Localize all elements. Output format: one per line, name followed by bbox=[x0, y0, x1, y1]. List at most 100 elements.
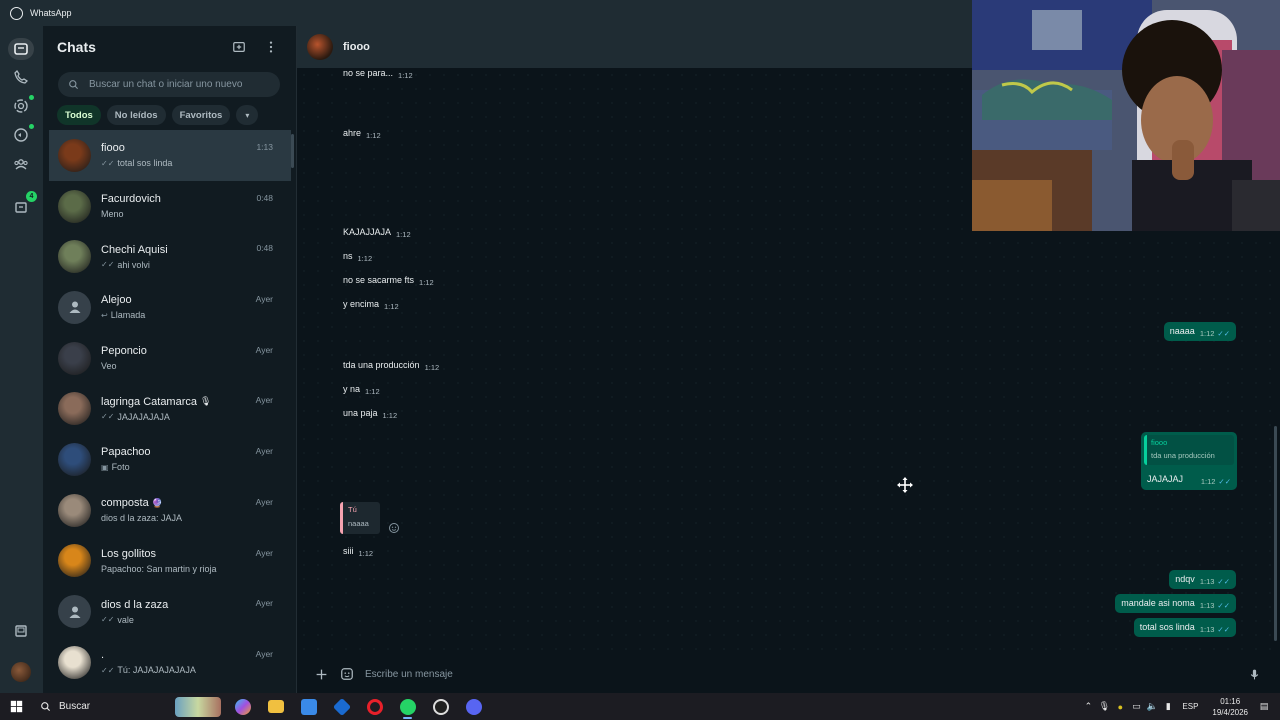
outgoing-message[interactable]: total sos linda 1:13 ✓✓ bbox=[1133, 618, 1236, 637]
tray-app-icon[interactable]: ● bbox=[1112, 702, 1128, 712]
outgoing-message[interactable]: ndqv 1:13 ✓✓ bbox=[1169, 570, 1236, 589]
double-check-icon: ✓✓ bbox=[101, 412, 115, 422]
message-time: 1:12 bbox=[382, 411, 398, 420]
react-emoji-icon[interactable] bbox=[388, 521, 400, 533]
chat-list-scrollbar[interactable] bbox=[291, 134, 294, 168]
store-icon[interactable] bbox=[292, 693, 325, 720]
message-text: ahre bbox=[343, 128, 362, 138]
new-chat-icon[interactable] bbox=[228, 36, 250, 58]
widgets-icon[interactable] bbox=[170, 693, 226, 720]
incoming-message[interactable]: ns 1:12 bbox=[337, 247, 378, 266]
chat-last-message: dios d la zaza: JAJA bbox=[101, 513, 183, 524]
filter-more-chevron-icon[interactable]: ▾ bbox=[236, 105, 259, 125]
incoming-message[interactable]: tda una producción 1:12 bbox=[337, 356, 445, 375]
clock[interactable]: 01:16 19/4/2026 bbox=[1212, 696, 1248, 718]
filter-todos[interactable]: Todos bbox=[57, 105, 101, 125]
filter-no-leidos[interactable]: No leídos bbox=[106, 105, 166, 125]
incoming-message[interactable]: y na 1:12 bbox=[337, 380, 386, 399]
avatar[interactable] bbox=[58, 493, 91, 527]
avatar[interactable] bbox=[58, 290, 91, 324]
language-indicator[interactable]: ESP bbox=[1182, 702, 1198, 711]
status-icon[interactable] bbox=[12, 97, 30, 115]
communities-icon[interactable] bbox=[12, 155, 30, 173]
avatar[interactable] bbox=[58, 392, 91, 426]
window-title: WhatsApp bbox=[30, 8, 72, 18]
discord-icon[interactable] bbox=[457, 693, 490, 720]
avatar[interactable] bbox=[58, 442, 91, 476]
chat-list-item[interactable]: Papachoo ▣ Foto Ayer bbox=[43, 434, 296, 485]
chat-name: lagringa Catamarca bbox=[101, 395, 197, 408]
tray-chevron-icon[interactable]: ⌃ bbox=[1080, 701, 1096, 712]
message-input[interactable]: Escribe un mensaje bbox=[365, 669, 1244, 680]
incoming-quoted-message[interactable]: Tú naaaa bbox=[340, 502, 380, 534]
avatar[interactable] bbox=[58, 645, 91, 679]
chat-list: fiooo ✓✓ total sos linda 1:13 Facurdovich Men… bbox=[43, 130, 296, 688]
chat-time: 1:13 bbox=[256, 142, 273, 152]
media-icon[interactable] bbox=[12, 622, 30, 640]
message-text: no se sacarme fts bbox=[343, 275, 415, 285]
taskbar-search[interactable]: Buscar bbox=[32, 693, 170, 720]
chat-list-item[interactable]: Chechi Aquisi ✓✓ ahi volvi 0:48 bbox=[43, 231, 296, 282]
outlook-icon[interactable] bbox=[325, 693, 358, 720]
chat-name-emoji: 🔮 bbox=[151, 497, 163, 508]
microphone-icon[interactable] bbox=[1244, 664, 1264, 684]
avatar[interactable] bbox=[58, 189, 91, 223]
incoming-message[interactable]: y encima 1:12 bbox=[337, 295, 405, 314]
contact-avatar[interactable] bbox=[307, 34, 333, 60]
filter-favoritos[interactable]: Favoritos bbox=[171, 105, 231, 125]
tray-battery-icon[interactable]: ▮ bbox=[1160, 701, 1176, 712]
message-time: 1:12 bbox=[398, 71, 413, 80]
read-receipt-icon: ✓✓ bbox=[1217, 329, 1230, 338]
chat-list-item[interactable]: lagringa Catamarca 🎙 ✓✓ JAJAJAJAJA Ayer bbox=[43, 383, 296, 434]
chat-list-item[interactable]: Peponcio Veo Ayer bbox=[43, 333, 296, 384]
opera-icon[interactable] bbox=[358, 693, 391, 720]
chat-time: 0:48 bbox=[256, 243, 273, 254]
avatar[interactable] bbox=[58, 341, 91, 375]
incoming-message[interactable]: no se sacarme fts 1:12 bbox=[337, 271, 440, 290]
incoming-message[interactable]: siii 1:12 bbox=[337, 542, 379, 561]
obs-icon[interactable] bbox=[424, 693, 457, 720]
notification-icon[interactable]: ▤ bbox=[1256, 701, 1272, 712]
chat-list-item[interactable]: Los gollitos Papachoo: San martin y rioja… bbox=[43, 536, 296, 587]
chat-list-item[interactable]: fiooo ✓✓ total sos linda 1:13 bbox=[49, 130, 291, 181]
menu-icon[interactable] bbox=[260, 36, 282, 58]
chat-list-item[interactable]: composta 🔮 dios d la zaza: JAJA Ayer bbox=[43, 485, 296, 536]
avatar[interactable] bbox=[58, 240, 91, 274]
windows-taskbar: Buscar ⌃ 🎙 ● ▭ 🔈 ▮ ESP 01:16 19/4/2026 ▤ bbox=[0, 693, 1280, 720]
attach-plus-icon[interactable] bbox=[311, 664, 331, 684]
chat-last-message: JAJAJAJAJA bbox=[117, 411, 170, 422]
conversation-scrollbar[interactable] bbox=[1274, 426, 1277, 641]
incoming-message[interactable]: una paja 1:12 bbox=[337, 404, 403, 423]
chat-list-item[interactable]: Facurdovich Meno 0:48 bbox=[43, 181, 296, 232]
message-time: 1:12 bbox=[365, 387, 380, 396]
contact-name[interactable]: fiooo bbox=[343, 41, 370, 53]
channels-icon[interactable] bbox=[12, 126, 30, 144]
avatar[interactable] bbox=[58, 544, 91, 578]
copilot-icon[interactable] bbox=[226, 693, 259, 720]
quoted-message[interactable]: fiooo tda una producción bbox=[1144, 435, 1234, 465]
calls-icon[interactable] bbox=[12, 68, 30, 86]
outgoing-message[interactable]: mandale asi noma 1:13 ✓✓ bbox=[1115, 594, 1236, 613]
double-check-icon: ✓✓ bbox=[101, 665, 115, 675]
chat-list-item[interactable]: dios d la zaza ✓✓ vale Ayer bbox=[43, 586, 296, 637]
whatsapp-taskbar-icon[interactable] bbox=[391, 693, 424, 720]
search-input[interactable]: Buscar un chat o iniciar uno nuevo bbox=[58, 72, 280, 97]
sticker-emoji-icon[interactable] bbox=[337, 664, 357, 684]
profile-avatar[interactable] bbox=[11, 662, 31, 682]
tray-mic-icon[interactable]: 🎙 bbox=[1096, 701, 1112, 712]
tray-volume-icon[interactable]: 🔈 bbox=[1144, 701, 1160, 712]
channels-dot bbox=[29, 124, 34, 129]
avatar[interactable] bbox=[58, 138, 91, 172]
avatar[interactable] bbox=[58, 595, 91, 629]
windows-start-icon[interactable] bbox=[0, 693, 32, 720]
outgoing-reply-message[interactable]: fiooo tda una producción JAJAJAJ 1:12 ✓✓ bbox=[1141, 432, 1237, 490]
webcam-overlay bbox=[972, 0, 1280, 231]
tray-network-icon[interactable]: ▭ bbox=[1128, 701, 1144, 712]
incoming-message[interactable]: KAJAJJAJA 1:12 bbox=[337, 223, 417, 242]
chat-list-item[interactable]: Alejoo ↩ Llamada Ayer bbox=[43, 282, 296, 333]
file-explorer-icon[interactable] bbox=[259, 693, 292, 720]
chats-icon[interactable] bbox=[12, 40, 30, 58]
incoming-message[interactable]: ahre 1:12 bbox=[337, 124, 387, 143]
chat-list-item[interactable]: . ✓✓ Tú: JAJAJAJAJAJA Ayer bbox=[43, 637, 296, 688]
outgoing-message[interactable]: naaaa 1:12 ✓✓ bbox=[1163, 322, 1236, 341]
